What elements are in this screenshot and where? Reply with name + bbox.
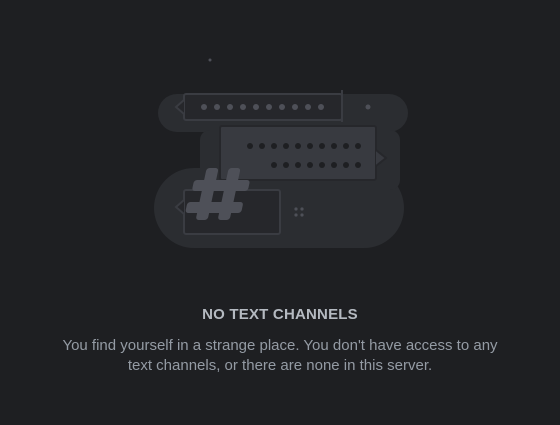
empty-state-description: You find yourself in a strange place. Yo…	[62, 337, 498, 374]
empty-state: NO TEXT CHANNELS You find yourself in a …	[0, 0, 560, 425]
no-text-channels-icon	[154, 58, 408, 248]
empty-state-title: NO TEXT CHANNELS	[202, 306, 358, 323]
